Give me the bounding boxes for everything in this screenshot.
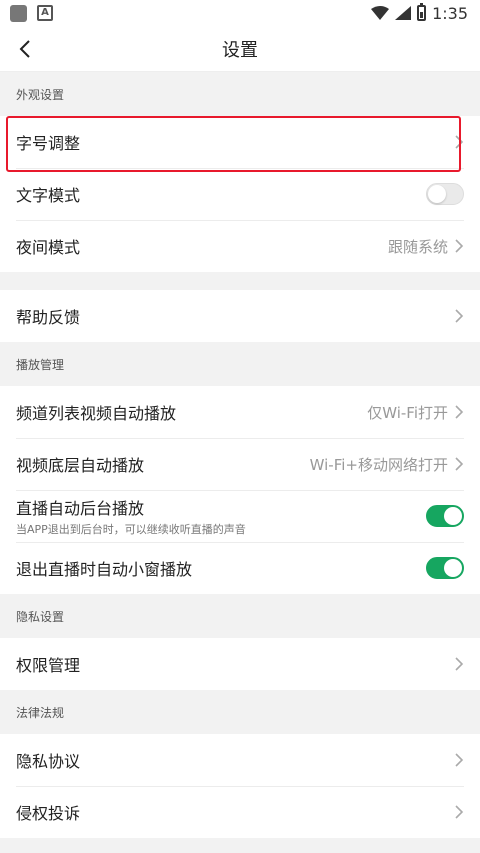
status-time: 1:35 <box>432 3 468 23</box>
pip-row: 退出直播时自动小窗播放 <box>0 542 480 594</box>
bottom-autoplay-label: 视频底层自动播放 <box>16 456 145 475</box>
chevron-right-icon <box>455 657 464 671</box>
back-arrow-icon <box>19 40 30 58</box>
night-mode-label: 夜间模式 <box>16 238 81 257</box>
a-notification-icon: A <box>37 5 53 21</box>
toggle-knob <box>444 559 462 577</box>
pip-label: 退出直播时自动小窗播放 <box>16 560 193 579</box>
infringement-label: 侵权投诉 <box>16 804 81 823</box>
bottom-autoplay-value: Wi-Fi+移动网络打开 <box>309 455 448 474</box>
live-background-row: 直播自动后台播放 当APP退出到后台时，可以继续收听直播的声音 <box>0 490 480 542</box>
night-mode-value: 跟随系统 <box>387 237 448 256</box>
privacy-policy-label: 隐私协议 <box>16 752 81 771</box>
chevron-right-icon <box>455 239 464 253</box>
chevron-right-icon <box>455 805 464 819</box>
channel-autoplay-label: 频道列表视频自动播放 <box>16 404 177 423</box>
legal-group: 隐私协议 侵权投诉 <box>0 734 480 838</box>
back-button[interactable] <box>10 34 40 64</box>
app-header: 设置 <box>0 26 480 72</box>
section-header-appearance: 外观设置 <box>16 87 65 102</box>
chevron-right-icon <box>455 405 464 419</box>
channel-autoplay-value: 仅Wi-Fi打开 <box>367 403 448 422</box>
section-header-playback: 播放管理 <box>16 357 65 372</box>
text-mode-toggle[interactable] <box>426 183 464 205</box>
section-header-legal: 法律法规 <box>16 705 65 720</box>
playback-group: 频道列表视频自动播放 仅Wi-Fi打开 视频底层自动播放 Wi-Fi+移动网络打… <box>0 386 480 594</box>
privacy-policy-row[interactable]: 隐私协议 <box>0 734 480 786</box>
text-mode-row: 文字模式 <box>0 168 480 220</box>
help-group: 帮助反馈 <box>0 290 480 342</box>
section-header-privacy: 隐私设置 <box>16 609 65 624</box>
toggle-knob <box>428 185 446 203</box>
chevron-right-icon <box>455 457 464 471</box>
app-notification-icon <box>10 4 27 22</box>
night-mode-row[interactable]: 夜间模式 跟随系统 <box>0 220 480 272</box>
privacy-group: 权限管理 <box>0 638 480 690</box>
chevron-right-icon <box>455 753 464 767</box>
appearance-group: 字号调整 文字模式 夜间模式 跟随系统 <box>0 116 480 272</box>
chevron-right-icon <box>455 309 464 323</box>
font-size-row[interactable]: 字号调整 <box>0 116 480 168</box>
wifi-icon <box>371 6 390 20</box>
bottom-autoplay-row[interactable]: 视频底层自动播放 Wi-Fi+移动网络打开 <box>0 438 480 490</box>
chevron-right-icon <box>455 135 464 149</box>
toggle-knob <box>444 507 462 525</box>
signal-icon <box>395 6 412 20</box>
pip-toggle[interactable] <box>426 557 464 579</box>
text-mode-label: 文字模式 <box>16 186 81 205</box>
permissions-row[interactable]: 权限管理 <box>0 638 480 690</box>
channel-autoplay-row[interactable]: 频道列表视频自动播放 仅Wi-Fi打开 <box>0 386 480 438</box>
status-bar: A 1:35 <box>0 0 480 26</box>
feedback-label: 帮助反馈 <box>16 308 81 327</box>
page-title: 设置 <box>222 39 258 61</box>
feedback-row[interactable]: 帮助反馈 <box>0 290 480 342</box>
live-background-toggle[interactable] <box>426 505 464 527</box>
live-background-label: 直播自动后台播放 <box>16 499 145 518</box>
permissions-label: 权限管理 <box>16 656 81 675</box>
live-background-subtitle: 当APP退出到后台时，可以继续收听直播的声音 <box>16 523 246 536</box>
infringement-row[interactable]: 侵权投诉 <box>0 786 480 838</box>
font-size-label: 字号调整 <box>16 134 81 153</box>
battery-icon <box>417 3 427 21</box>
